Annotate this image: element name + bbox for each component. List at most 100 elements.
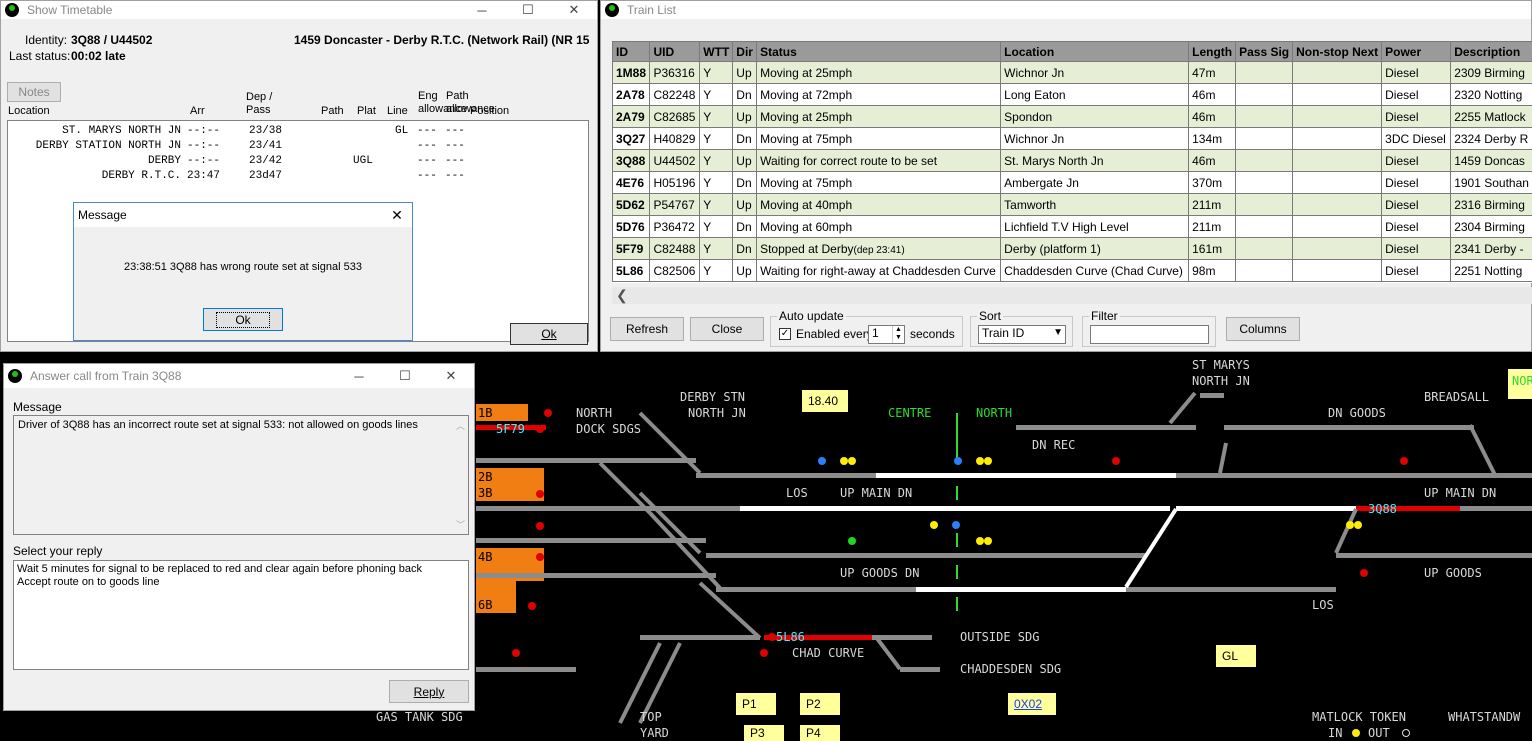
gl-box[interactable]: GL	[1216, 645, 1256, 667]
signal-red[interactable]	[1400, 457, 1408, 465]
train-row[interactable]: 4E76 H05196 Y Dn Moving at 75mph Ambergate Jn…	[612, 171, 1532, 194]
signal-red[interactable]	[768, 633, 776, 641]
minimize-icon[interactable]: ─	[459, 1, 505, 19]
sort-select[interactable]: Train ID ▼	[978, 325, 1066, 344]
signal-red[interactable]	[544, 409, 552, 417]
signal-yellow[interactable]	[976, 537, 984, 545]
train-5f79[interactable]: 5F79	[496, 422, 525, 436]
train-row[interactable]: 5L86 C82506 Y Up Waiting for right-away at C…	[612, 259, 1532, 282]
interval-spinner[interactable]: 1 ▲ ▼	[868, 325, 905, 344]
scroll-up-icon[interactable]: ︿	[456, 419, 465, 432]
train-cell: Chaddesden Curve (Chad Curve)	[1000, 259, 1190, 282]
reply-button[interactable]: Reply	[389, 680, 469, 703]
column-header[interactable]: Location	[1000, 41, 1190, 62]
signal-red[interactable]	[536, 553, 544, 561]
signal-yellow[interactable]	[984, 457, 992, 465]
close-icon[interactable]: ✕	[382, 207, 412, 224]
signal-red[interactable]	[512, 649, 520, 657]
horizontal-scrollbar[interactable]: ❮	[612, 287, 1532, 304]
timetable-row[interactable]: DERBY STATION NORTH JN --:-- 23/41 --- ---	[7, 140, 589, 155]
timetable-row[interactable]: DERBY R.T.C. 23:47 23d47 --- ---	[7, 170, 589, 185]
label-north-jn: NORTH JN	[688, 406, 746, 420]
timetable-ok-button[interactable]: Ok	[510, 323, 588, 345]
column-header[interactable]: Non-stop Next	[1292, 41, 1383, 62]
trainlist-titlebar[interactable]: Train List	[601, 1, 1531, 19]
train-row[interactable]: 5D62 P54767 Y Up Moving at 40mph Tamworth 211m…	[612, 193, 1532, 216]
p4-box[interactable]: P4	[800, 725, 840, 741]
column-header[interactable]: Length	[1188, 41, 1237, 62]
reply-option[interactable]: Wait 5 minutes for signal to be replaced…	[17, 563, 465, 576]
trainlist-table[interactable]: ID UID WTT Dir Status Location Length Pass Sig N…	[612, 41, 1532, 282]
signal-red[interactable]	[760, 649, 768, 657]
train-3q88[interactable]: 3Q88	[1368, 502, 1397, 516]
signal-red[interactable]	[536, 490, 544, 498]
message-textarea[interactable]: Driver of 3Q88 has an incorrect route se…	[13, 415, 469, 535]
train-cell-text: 2304 Birming	[1454, 219, 1525, 234]
spinner-arrows-icon[interactable]: ▲ ▼	[892, 326, 904, 343]
reply-list[interactable]: Wait 5 minutes for signal to be replaced…	[13, 560, 469, 670]
train-cell: Y	[699, 215, 734, 238]
message-ok-button[interactable]: Ok	[203, 308, 283, 331]
sort-value: Train ID	[982, 326, 1025, 340]
column-header[interactable]: Pass Sig	[1235, 41, 1294, 62]
minimize-icon[interactable]: ─	[336, 364, 382, 388]
scroll-left-icon[interactable]: ❮	[616, 287, 628, 304]
timetable-row[interactable]: ST. MARYS NORTH JN --:-- 23/38 GL --- ---	[7, 125, 589, 140]
ox-box[interactable]: 0X02	[1008, 693, 1056, 715]
signal-red[interactable]	[1112, 457, 1120, 465]
signal-yellow[interactable]	[1354, 521, 1362, 529]
signal-yellow[interactable]	[848, 457, 856, 465]
train-row[interactable]: 1M88 P36316 Y Up Moving at 25mph Wichnor Jn 47…	[612, 61, 1532, 84]
answer-titlebar[interactable]: Answer call from Train 3Q88 ─ ☐ ✕	[4, 364, 474, 388]
signal-blue[interactable]	[952, 521, 960, 529]
label-dock-sdgs: DOCK SDGS	[576, 422, 642, 436]
train-row[interactable]: 5D76 P36472 Y Dn Moving at 60mph Lichfield T.…	[612, 215, 1532, 238]
train-row[interactable]: 3Q88 U44502 Y Up Waiting for correct route t…	[612, 149, 1532, 172]
signal-yellow[interactable]	[1346, 521, 1354, 529]
train-row[interactable]: 2A79 C82685 Y Up Moving at 25mph Spondon 46m Di…	[612, 105, 1532, 128]
column-header[interactable]: ID	[612, 41, 651, 62]
notes-button[interactable]: Notes	[7, 82, 61, 102]
filter-input[interactable]	[1090, 325, 1209, 344]
train-5l86[interactable]: 5L86	[776, 630, 805, 644]
column-header[interactable]: Description	[1450, 41, 1532, 62]
column-header[interactable]: WTT	[699, 41, 734, 62]
signal-yellow[interactable]	[976, 457, 984, 465]
column-header[interactable]: Status	[756, 41, 1002, 62]
close-icon[interactable]: ✕	[428, 364, 474, 388]
timetable-row[interactable]: DERBY --:-- 23/42 UGL --- ---	[7, 155, 589, 170]
message-titlebar[interactable]: Message ✕	[74, 203, 412, 227]
signal-green[interactable]	[848, 537, 856, 545]
close-button[interactable]: Close	[690, 317, 764, 341]
chevron-down-icon[interactable]: ▼	[1053, 327, 1063, 338]
columns-button[interactable]: Columns	[1226, 317, 1300, 341]
reply-option[interactable]: Accept route on to goods line	[17, 576, 465, 589]
train-row[interactable]: 5F79 C82488 Y Dn Stopped at Derby(dep 23:41)…	[612, 237, 1532, 260]
train-row[interactable]: 2A78 C82248 Y Dn Moving at 72mph Long Eaton 46…	[612, 83, 1532, 106]
timetable-titlebar[interactable]: Show Timetable ─ ☐ ✕	[1, 1, 597, 19]
close-icon[interactable]: ✕	[551, 1, 597, 19]
train-row[interactable]: 3Q27 H40829 Y Dn Moving at 75mph Wichnor Jn 13…	[612, 127, 1532, 150]
scroll-down-icon[interactable]: ﹀	[456, 518, 465, 531]
signal-yellow[interactable]	[840, 457, 848, 465]
enabled-checkbox[interactable]: ✓	[779, 328, 791, 340]
maximize-icon[interactable]: ☐	[382, 364, 428, 388]
signal-yellow[interactable]	[930, 521, 938, 529]
signal-blue[interactable]	[954, 457, 962, 465]
signal-red[interactable]	[536, 522, 544, 530]
refresh-button[interactable]: Refresh	[610, 317, 684, 341]
train-cell: Y	[699, 127, 734, 150]
signal-yellow[interactable]	[984, 537, 992, 545]
maximize-icon[interactable]: ☐	[505, 1, 551, 19]
signal-red[interactable]	[528, 602, 536, 610]
column-header[interactable]: UID	[649, 41, 701, 62]
signal-red[interactable]	[536, 425, 544, 433]
column-header[interactable]: Dir	[732, 41, 758, 62]
signal-blue[interactable]	[818, 457, 826, 465]
column-header[interactable]: Power	[1381, 41, 1452, 62]
p2-box[interactable]: P2	[800, 693, 840, 715]
p1-box[interactable]: P1	[736, 693, 776, 715]
train-cell	[1235, 105, 1294, 128]
p3-box[interactable]: P3	[744, 725, 784, 741]
signal-red[interactable]	[1360, 569, 1368, 577]
